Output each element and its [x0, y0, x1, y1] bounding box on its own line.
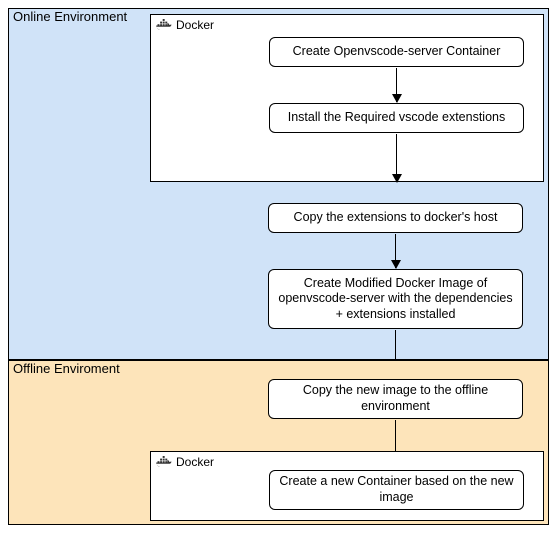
step-create-modified-image: Create Modified Docker Image of openvsco…	[268, 269, 523, 329]
online-environment-box: Online Environment	[8, 8, 549, 360]
arrow-1-2	[396, 68, 397, 102]
docker-container-online: Docker Create Openvscode-server Containe…	[150, 14, 544, 182]
docker-label-offline: Docker	[156, 455, 214, 469]
offline-environment-label: Offline Enviroment	[13, 361, 120, 376]
step-create-openvscode-container: Create Openvscode-server Container	[269, 37, 524, 67]
arrow-2-out	[396, 134, 397, 182]
step-install-extensions: Install the Required vscode extenstions	[269, 103, 524, 133]
step-copy-image-offline: Copy the new image to the offline enviro…	[268, 379, 523, 419]
step-copy-extensions-host: Copy the extensions to docker's host	[268, 203, 523, 233]
docker-label-online: Docker	[156, 18, 214, 32]
online-environment-label: Online Environment	[13, 9, 127, 24]
offline-environment-box: Offline Enviroment Copy the new image to…	[8, 360, 549, 525]
step-create-new-container: Create a new Container based on the new …	[269, 470, 524, 510]
docker-container-offline: Docker Create a new Container based on t…	[150, 451, 544, 521]
docker-label-text: Docker	[176, 18, 214, 32]
arrow-3-4	[395, 234, 396, 268]
diagram-canvas: Online Environment	[8, 8, 549, 525]
docker-icon	[156, 456, 172, 469]
docker-label-text: Docker	[176, 455, 214, 469]
docker-icon	[156, 19, 172, 32]
